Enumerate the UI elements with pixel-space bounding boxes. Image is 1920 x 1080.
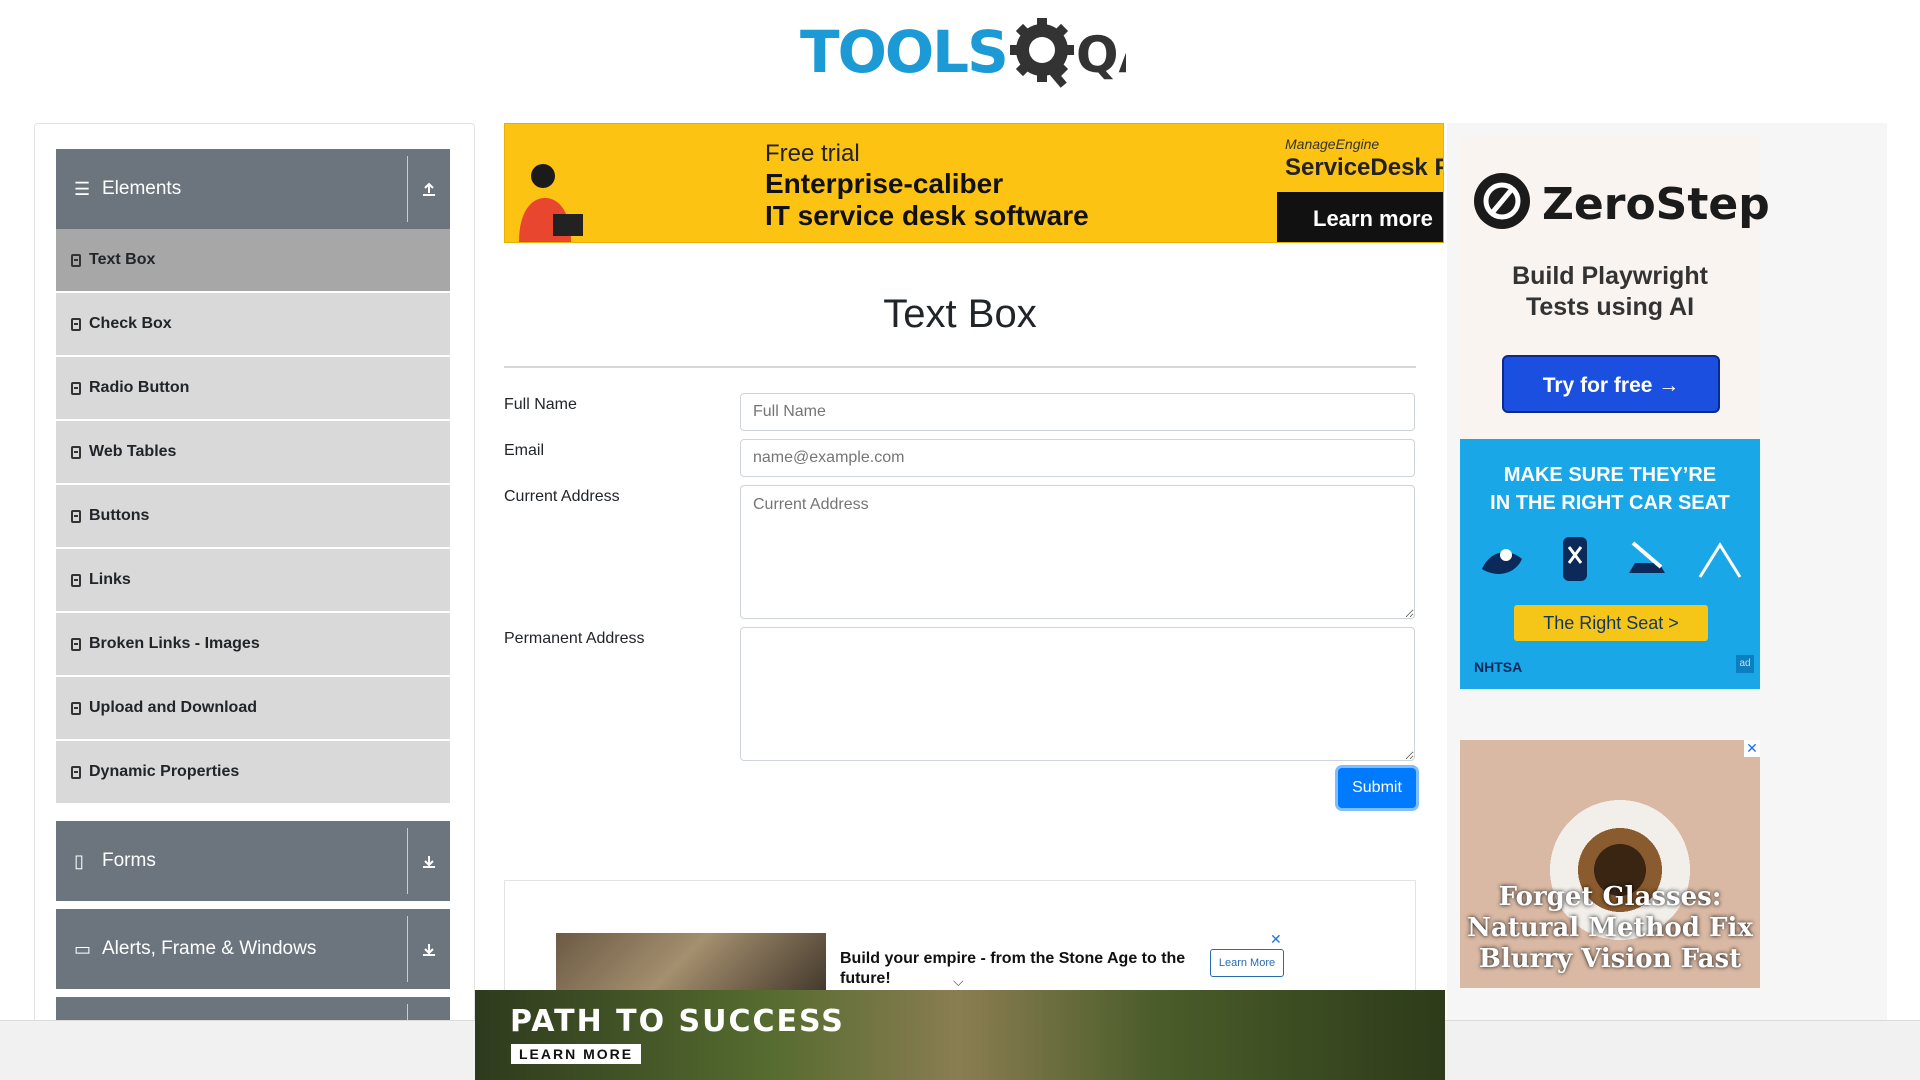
item-icon	[71, 445, 81, 459]
toolsqa-logo[interactable]: TOOLS QA	[800, 14, 1126, 94]
ad-headline-2: IT service desk software	[765, 200, 1089, 231]
sidebar-item-radio-button[interactable]: Radio Button	[56, 357, 450, 419]
sidebar-item-dynamic-properties[interactable]: Dynamic Properties	[56, 741, 450, 803]
item-icon	[71, 317, 81, 331]
sidebar-item-buttons[interactable]: Buttons	[56, 485, 450, 547]
submit-button[interactable]: Submit	[1338, 768, 1416, 808]
right-seat-button[interactable]: The Right Seat >	[1514, 605, 1708, 641]
email-label: Email	[504, 442, 545, 459]
infant-seat-icon	[1482, 549, 1522, 574]
chevron-down-icon[interactable]: ⌵	[953, 973, 964, 990]
permanent-address-label: Permanent Address	[504, 630, 645, 647]
nhtsa-car-seat-ad[interactable]: MAKE SURE THEY’RE IN THE RIGHT CAR SEAT …	[1460, 439, 1760, 689]
sidebar-item-check-box[interactable]: Check Box	[56, 293, 450, 355]
logo-suffix: QA	[1076, 26, 1126, 84]
full-name-input[interactable]	[740, 393, 1415, 431]
group-label: Alerts, Frame & Windows	[102, 938, 317, 959]
permanent-address-textarea[interactable]	[740, 627, 1415, 761]
ad-badge: ad	[1736, 655, 1754, 673]
hamburger-icon: ☰	[74, 178, 91, 199]
servicedesk-banner-ad[interactable]: Free trial Enterprise-caliber IT service…	[504, 123, 1444, 243]
sidebar-item-label: Dynamic Properties	[89, 763, 240, 780]
vision-ad-line-1: Forget Glasses:	[1498, 882, 1722, 912]
group-label: Elements	[102, 178, 182, 199]
vision-ad-line-3: Blurry Vision Fast	[1478, 944, 1742, 974]
sidebar-item-upload-download[interactable]: Upload and Download	[56, 677, 450, 739]
item-icon	[71, 573, 81, 587]
sidebar-item-label: Web Tables	[89, 443, 177, 460]
sidebar-item-broken-links[interactable]: Broken Links - Images	[56, 613, 450, 675]
zerostep-sub-line-1: Build Playwright	[1512, 262, 1708, 290]
bottom-ad-learn-more-button[interactable]: LEARN MORE	[511, 1044, 642, 1064]
zerostep-subtitle: Build Playwright Tests using AI	[1460, 261, 1760, 323]
logo-text: TOOLS	[800, 18, 1009, 86]
sidebar-item-links[interactable]: Links	[56, 549, 450, 611]
ad-free-trial: Free trial	[765, 140, 860, 167]
collapse-arrow-icon[interactable]	[408, 181, 450, 197]
title-divider	[504, 366, 1416, 368]
vision-ad-text: Forget Glasses: Natural Method Fix Blurr…	[1460, 882, 1760, 975]
current-address-textarea[interactable]	[740, 485, 1415, 619]
item-icon	[71, 765, 81, 779]
item-icon	[71, 253, 81, 267]
email-input[interactable]	[740, 439, 1415, 477]
site-header: TOOLS QA	[0, 0, 1920, 100]
window-icon: ▭	[74, 938, 92, 959]
convertible-seat-icon	[1562, 537, 1587, 581]
sidebar-item-label: Text Box	[89, 251, 156, 268]
gear-icon: QA	[1010, 18, 1126, 88]
left-sidebar: ☰ Elements Text Box Check Box Radio Butt…	[34, 123, 475, 1023]
current-address-label: Current Address	[504, 488, 620, 505]
zerostep-ad[interactable]: ZeroStep Build Playwright Tests using AI…	[1460, 137, 1770, 439]
item-icon	[71, 637, 81, 651]
group-alerts-frame-windows[interactable]: ▭ Alerts, Frame & Windows	[56, 909, 450, 989]
sidebar-item-label: Buttons	[89, 507, 150, 524]
sidebar-item-label: Broken Links - Images	[89, 635, 260, 652]
nhtsa-headline-2: IN THE RIGHT CAR SEAT	[1490, 492, 1730, 514]
sidebar-item-label: Links	[89, 571, 131, 588]
ad-headline-1: Enterprise-caliber	[765, 168, 1004, 199]
sidebar-item-web-tables[interactable]: Web Tables	[56, 421, 450, 483]
nhtsa-headline-1: MAKE SURE THEY’RE	[1503, 464, 1717, 486]
document-icon: ▯	[74, 850, 84, 871]
group-elements[interactable]: ☰ Elements	[56, 149, 450, 229]
item-icon	[71, 381, 81, 395]
item-icon	[71, 701, 81, 715]
try-for-free-button[interactable]: Try for free →	[1502, 355, 1720, 413]
zerostep-logo-icon	[1474, 173, 1530, 229]
sidebar-item-text-box[interactable]: Text Box	[56, 229, 450, 291]
page-title: Text Box	[883, 292, 1037, 336]
expand-arrow-icon[interactable]	[408, 853, 450, 869]
nhtsa-logo: NHTSA	[1474, 659, 1523, 675]
path-to-success-ad[interactable]: PATH TO SUCCESS LEARN MORE	[475, 990, 1445, 1080]
nhtsa-headline: MAKE SURE THEY’RE IN THE RIGHT CAR SEAT	[1460, 461, 1760, 517]
item-icon	[71, 509, 81, 523]
zerostep-name: ZeroStep	[1542, 179, 1770, 230]
bottom-ad-title: PATH TO SUCCESS	[510, 1004, 845, 1039]
person-illustration-icon	[519, 164, 583, 242]
vision-ad[interactable]: ✕ Forget Glasses: Natural Method Fix Blu…	[1460, 740, 1760, 988]
expand-arrow-icon[interactable]	[408, 941, 450, 957]
car-seat-icons	[1476, 531, 1746, 587]
seat-belt-icon	[1698, 542, 1742, 578]
booster-seat-icon	[1629, 541, 1666, 573]
zerostep-sub-line-2: Tests using AI	[1525, 293, 1695, 321]
vision-ad-line-2: Natural Method Fix	[1467, 913, 1753, 943]
close-icon[interactable]: ✕	[1744, 740, 1760, 757]
ad-brand-small: ManageEngine	[1285, 136, 1380, 152]
sidebar-item-label: Check Box	[89, 315, 172, 332]
close-icon[interactable]: ✕	[1270, 931, 1282, 948]
sidebar-item-label: Upload and Download	[89, 699, 257, 716]
ad-learn-more-button[interactable]: Learn more	[1277, 192, 1443, 242]
ad-learn-more-button[interactable]: Learn More	[1210, 949, 1284, 977]
sidebar-item-label: Radio Button	[89, 379, 190, 396]
ad-brand: ServiceDesk Plu	[1285, 154, 1443, 181]
ad-text: Build your empire - from the Stone Age t…	[840, 950, 1186, 987]
group-label: Forms	[102, 850, 156, 871]
full-name-label: Full Name	[504, 396, 577, 413]
group-forms[interactable]: ▯ Forms	[56, 821, 450, 901]
